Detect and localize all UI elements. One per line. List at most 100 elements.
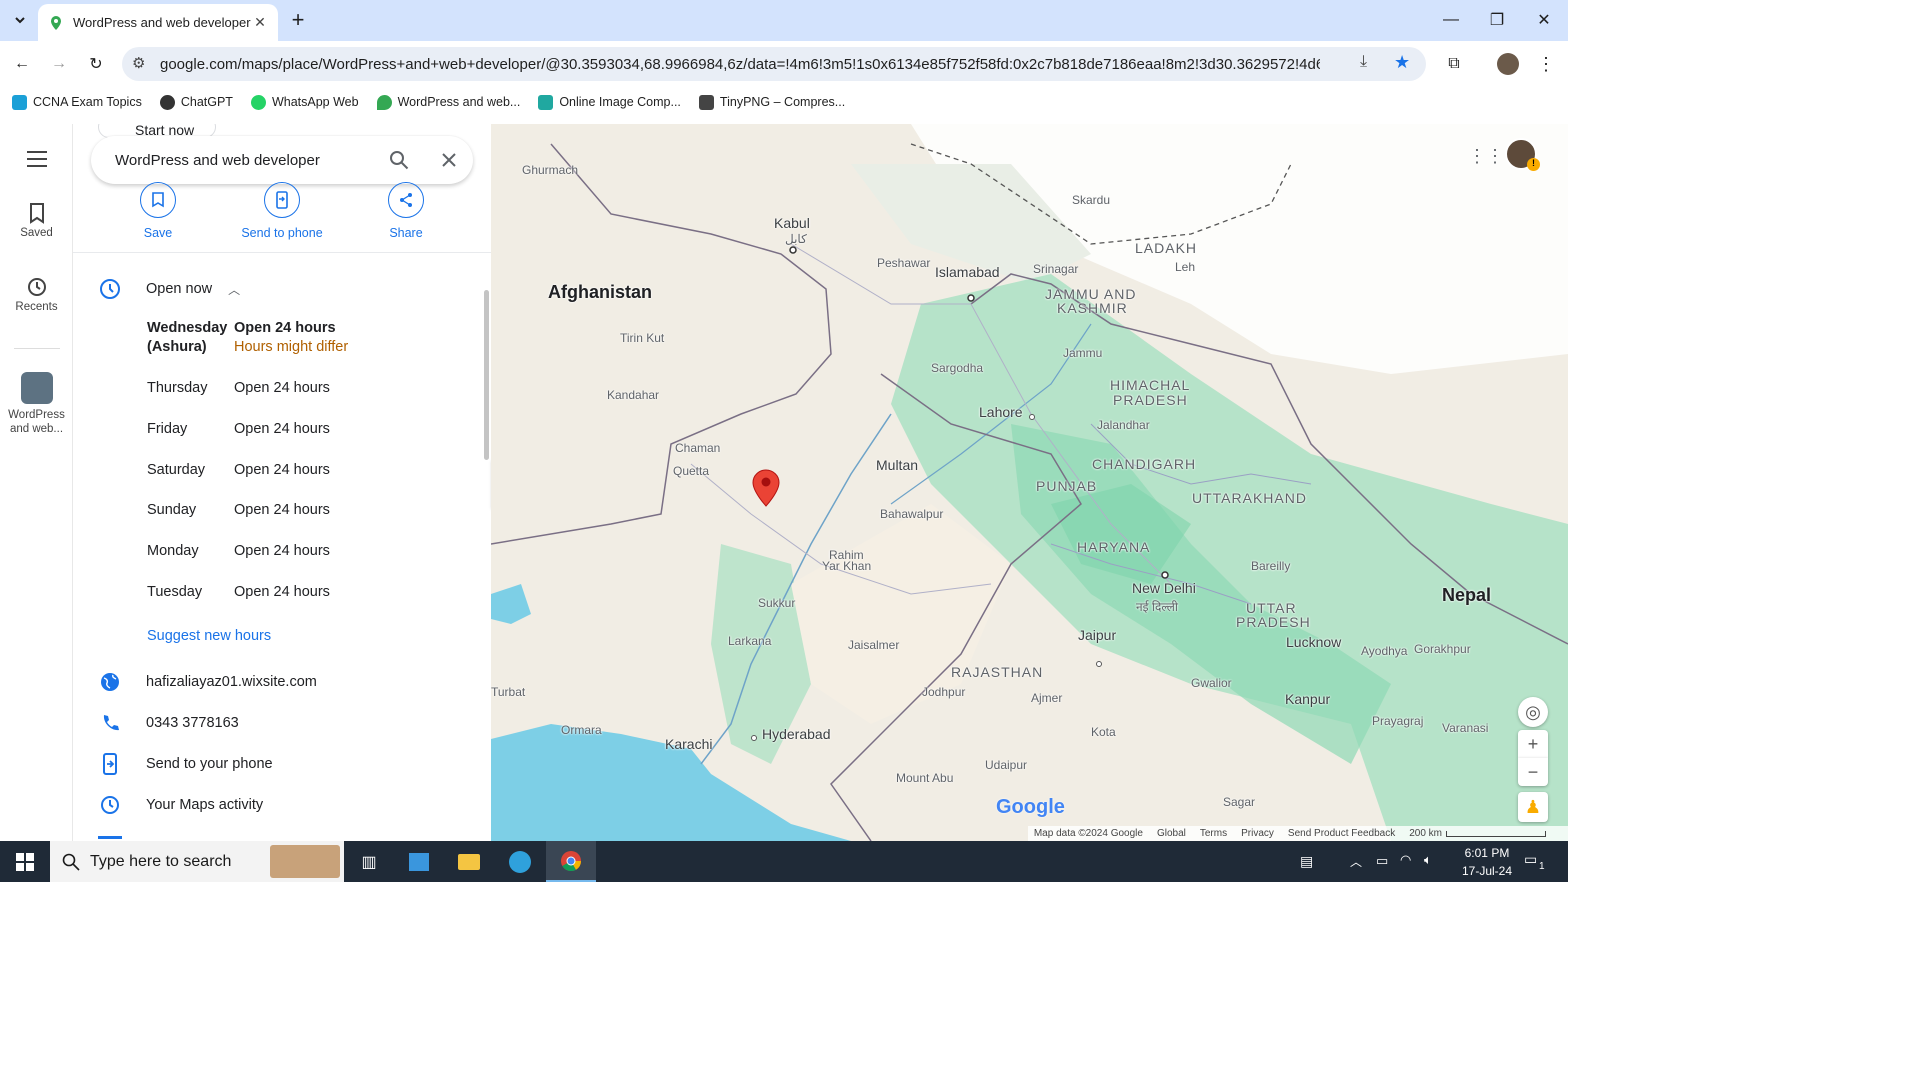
- map-label-city[interactable]: Chaman: [675, 441, 720, 455]
- forward-icon[interactable]: →: [45, 52, 73, 76]
- tab-close-icon[interactable]: ✕: [252, 14, 268, 31]
- bookmark-star-icon[interactable]: ★: [1394, 52, 1410, 73]
- map-label-city[interactable]: Udaipur: [985, 758, 1027, 772]
- map-label-city[interactable]: Multan: [876, 457, 918, 473]
- map-label-city[interactable]: Prayagraj: [1372, 714, 1423, 728]
- map-label-city[interactable]: Jalandhar: [1097, 418, 1150, 432]
- footer-feedback-link[interactable]: Send Product Feedback: [1288, 828, 1395, 839]
- map-label-region[interactable]: PRADESH: [1236, 614, 1311, 630]
- menu-dots-icon[interactable]: ⋮: [1532, 52, 1560, 76]
- map-label-region[interactable]: RAJASTHAN: [951, 664, 1043, 680]
- map-label-city[interactable]: Jaipur: [1078, 627, 1116, 643]
- map-label-city[interactable]: Ghurmach: [522, 163, 578, 177]
- zoom-out-icon[interactable]: −: [1518, 758, 1548, 786]
- map-canvas[interactable]: Afghanistan Nepal Kabul کابل Ghurmach Pe…: [491, 124, 1568, 841]
- bookmark-ccna[interactable]: CCNA Exam Topics: [12, 94, 142, 110]
- restore-icon[interactable]: ❐: [1483, 8, 1511, 32]
- my-location-icon[interactable]: ◎: [1518, 697, 1548, 727]
- omnibox[interactable]: ⚙ google.com/maps/place/WordPress+and+we…: [122, 47, 1426, 81]
- map-label-country[interactable]: Nepal: [1442, 585, 1491, 606]
- extensions-icon[interactable]: ⧉: [1440, 52, 1468, 76]
- panel-scrollbar[interactable]: [484, 290, 489, 460]
- bookmark-tinypng[interactable]: TinyPNG – Compres...: [698, 94, 845, 110]
- windows-start-icon[interactable]: [0, 841, 50, 882]
- map-label-country[interactable]: Afghanistan: [548, 282, 652, 303]
- map-label-city[interactable]: Kandahar: [607, 388, 659, 402]
- system-clock[interactable]: 6:01 PM 17-Jul-24: [1462, 844, 1512, 880]
- map-label-city[interactable]: Gwalior: [1191, 676, 1232, 690]
- map-label-city[interactable]: Ormara: [561, 723, 602, 737]
- map-label-city[interactable]: Ajmer: [1031, 691, 1062, 705]
- reload-icon[interactable]: ↻: [82, 52, 110, 76]
- footer-terms-link[interactable]: Terms: [1200, 828, 1227, 839]
- scale-bar[interactable]: 200 km: [1409, 828, 1546, 839]
- map-label-region[interactable]: LADAKH: [1135, 240, 1197, 256]
- share-button[interactable]: Share: [361, 182, 451, 240]
- send-to-phone-button[interactable]: Send to phone: [237, 182, 327, 240]
- map-label-city[interactable]: Ayodhya: [1361, 644, 1407, 658]
- map-label-region[interactable]: UTTARAKHAND: [1192, 490, 1307, 506]
- map-label-city[interactable]: Kanpur: [1285, 691, 1330, 707]
- map-label-region[interactable]: CHANDIGARH: [1092, 456, 1196, 472]
- map-label-city[interactable]: Srinagar: [1033, 262, 1078, 276]
- phone-row[interactable]: 0343 3778163: [98, 711, 239, 735]
- map-label-city[interactable]: Kota: [1091, 725, 1116, 739]
- active-tab[interactable]: WordPress and web developer ✕: [38, 4, 278, 41]
- map-label-city[interactable]: New Delhi: [1132, 580, 1196, 596]
- microsoft-store-icon[interactable]: [394, 841, 444, 882]
- bookmark-whatsapp[interactable]: WhatsApp Web: [250, 94, 359, 110]
- zoom-in-icon[interactable]: +: [1518, 730, 1548, 758]
- minimize-icon[interactable]: —: [1437, 8, 1465, 32]
- bookmark-chatgpt[interactable]: ChatGPT: [159, 94, 233, 110]
- map-label-region[interactable]: HIMACHAL: [1110, 377, 1190, 393]
- map-label-city[interactable]: Mount Abu: [896, 771, 953, 785]
- notifications-icon[interactable]: ▭: [1524, 851, 1537, 868]
- map-label-city[interactable]: Karachi: [665, 736, 712, 752]
- profile-avatar[interactable]: [1497, 53, 1519, 75]
- url-text[interactable]: google.com/maps/place/WordPress+and+web+…: [160, 56, 1320, 73]
- map-label-city[interactable]: Varanasi: [1442, 721, 1488, 735]
- battery-icon[interactable]: ▭: [1376, 853, 1388, 869]
- map-label-city[interactable]: Gorakhpur: [1414, 642, 1471, 656]
- map-label-city[interactable]: Kabul: [774, 215, 810, 231]
- map-label-city[interactable]: Sukkur: [758, 596, 795, 610]
- new-tab-icon[interactable]: +: [284, 7, 312, 32]
- file-explorer-icon[interactable]: [444, 841, 494, 882]
- map-label-city[interactable]: Bareilly: [1251, 559, 1290, 573]
- wifi-icon[interactable]: ◠: [1400, 852, 1411, 868]
- website-row[interactable]: hafizaliayaz01.wixsite.com: [98, 670, 317, 694]
- menu-hamburger-icon[interactable]: [0, 150, 73, 171]
- map-label-city[interactable]: Quetta: [673, 464, 709, 478]
- send-phone-row[interactable]: Send to your phone: [98, 752, 273, 776]
- map-label-city[interactable]: Jodhpur: [922, 685, 965, 699]
- map-label-region[interactable]: PUNJAB: [1036, 478, 1097, 494]
- footer-privacy-link[interactable]: Privacy: [1241, 828, 1274, 839]
- bookmark-wordpress[interactable]: WordPress and web...: [376, 94, 520, 110]
- news-widget-icon[interactable]: ▤: [1300, 853, 1313, 870]
- chrome-icon[interactable]: [546, 841, 596, 882]
- map-label-region[interactable]: HARYANA: [1077, 539, 1150, 555]
- search-input[interactable]: WordPress and web developer: [115, 152, 389, 169]
- task-view-icon[interactable]: ▥: [344, 841, 394, 882]
- save-button[interactable]: Save: [113, 182, 203, 240]
- saved-button[interactable]: Saved: [0, 202, 73, 239]
- search-box[interactable]: WordPress and web developer: [91, 136, 473, 184]
- site-info-icon[interactable]: ⚙: [132, 54, 145, 72]
- map-label-city[interactable]: Turbat: [491, 685, 525, 699]
- map-label-city[interactable]: Jaisalmer: [848, 638, 899, 652]
- location-pin-icon[interactable]: [752, 469, 780, 507]
- close-window-icon[interactable]: ✕: [1530, 8, 1558, 32]
- map-label-city[interactable]: Lahore: [979, 404, 1023, 420]
- map-label-city[interactable]: Tirin Kut: [620, 331, 664, 345]
- search-icon[interactable]: [389, 150, 409, 170]
- map-label-city[interactable]: Lucknow: [1286, 634, 1341, 650]
- show-hidden-icons-icon[interactable]: ︿: [1350, 853, 1362, 870]
- tab-search-icon[interactable]: [6, 8, 34, 32]
- pegman-icon[interactable]: ♟: [1518, 792, 1548, 822]
- map-label-city[interactable]: Larkana: [728, 634, 771, 648]
- recents-button[interactable]: Recents: [0, 276, 73, 313]
- map-label-city[interactable]: Jammu: [1063, 346, 1102, 360]
- map-label-city[interactable]: Islamabad: [935, 264, 1000, 280]
- map-label-city[interactable]: Leh: [1175, 260, 1195, 274]
- install-app-icon[interactable]: ⤓: [1360, 53, 1367, 71]
